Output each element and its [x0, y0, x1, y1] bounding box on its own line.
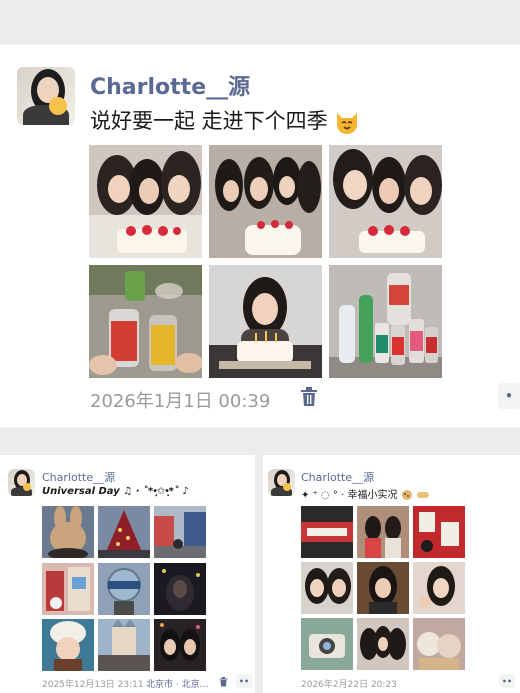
- photo-drinks-toast[interactable]: [89, 265, 202, 378]
- moment-card-universal: Charlotte__源 Universal Day ♫ · ˚*•̩̩͙✩•̩…: [0, 455, 255, 693]
- photo-red-banner[interactable]: [301, 506, 353, 558]
- photo-friend-selfie[interactable]: [413, 562, 465, 614]
- cookie-emoji-2: [416, 492, 429, 498]
- post-caption: ✦ ⁺ ◌ ° · 幸福小实况: [301, 486, 430, 501]
- photo-girl-portrait[interactable]: [357, 562, 409, 614]
- moment-card-happiness: Charlotte__源 ✦ ⁺ ◌ ° · 幸福小实况 2026年2月22日 …: [263, 455, 520, 693]
- more-options-button[interactable]: ••: [499, 674, 515, 688]
- post-location[interactable]: 北京市 · 北京…: [146, 677, 209, 690]
- photo-night-friends[interactable]: [154, 619, 206, 671]
- photo-christmas-tree[interactable]: [98, 506, 150, 558]
- photo-bottled-drinks[interactable]: [329, 265, 442, 378]
- photo-plush-toy[interactable]: [42, 506, 94, 558]
- photo-three-friends[interactable]: [357, 618, 409, 670]
- photo-universal-globe[interactable]: [98, 563, 150, 615]
- photo-park-street[interactable]: [154, 506, 206, 558]
- photo-night-ride[interactable]: [154, 563, 206, 615]
- cookie-emoji: [401, 490, 412, 500]
- moment-card-main: Charlotte__源 说好要一起 走进下个四季 2026年1月1日 00:3…: [0, 45, 520, 427]
- post-username[interactable]: Charlotte__源: [301, 469, 374, 485]
- photo-plush-hat[interactable]: [42, 619, 94, 671]
- user-avatar[interactable]: [17, 67, 75, 125]
- more-options-button[interactable]: •: [498, 383, 520, 409]
- post-username[interactable]: Charlotte__源: [90, 69, 250, 101]
- photo-plush-dolls[interactable]: [413, 618, 465, 670]
- post-timestamp: 2025年12月13日 23:11: [42, 680, 144, 690]
- photo-red-lanterns[interactable]: [413, 506, 465, 558]
- photo-group-selfie-cake[interactable]: [89, 145, 202, 258]
- post-caption-text: ✦ ⁺ ◌ ° · 幸福小实况: [301, 490, 398, 501]
- photo-girl-birthday-cake[interactable]: [209, 265, 322, 378]
- user-avatar[interactable]: [8, 469, 35, 496]
- post-caption-text: 说好要一起 走进下个四季: [90, 109, 328, 133]
- more-options-button[interactable]: ••: [236, 674, 252, 688]
- delete-icon[interactable]: [219, 677, 228, 687]
- post-caption: Universal Day ♫ · ˚*•̩̩͙✩•̩̩͙*˚ ♪: [42, 486, 189, 497]
- photo-group-selfie-cake-2[interactable]: [329, 145, 442, 258]
- photo-group-party[interactable]: [209, 145, 322, 258]
- photo-castle-crowd[interactable]: [98, 619, 150, 671]
- avatar-sticker: [49, 97, 67, 115]
- cat-face-emoji: [337, 113, 358, 134]
- post-username[interactable]: Charlotte__源: [42, 469, 115, 485]
- avatar-sticker: [283, 483, 291, 491]
- photo-two-girls-selfie[interactable]: [301, 562, 353, 614]
- post-caption: 说好要一起 走进下个四季: [90, 105, 360, 135]
- photo-camera-table[interactable]: [301, 618, 353, 670]
- photo-group-indoor[interactable]: [357, 506, 409, 558]
- avatar-sticker: [23, 483, 31, 491]
- post-timestamp: 2026年2月22日 20:23: [301, 680, 397, 690]
- photo-storefront[interactable]: [42, 563, 94, 615]
- post-timestamp: 2026年1月1日 00:39: [90, 391, 271, 412]
- delete-icon[interactable]: [300, 387, 318, 407]
- user-avatar[interactable]: [268, 469, 295, 496]
